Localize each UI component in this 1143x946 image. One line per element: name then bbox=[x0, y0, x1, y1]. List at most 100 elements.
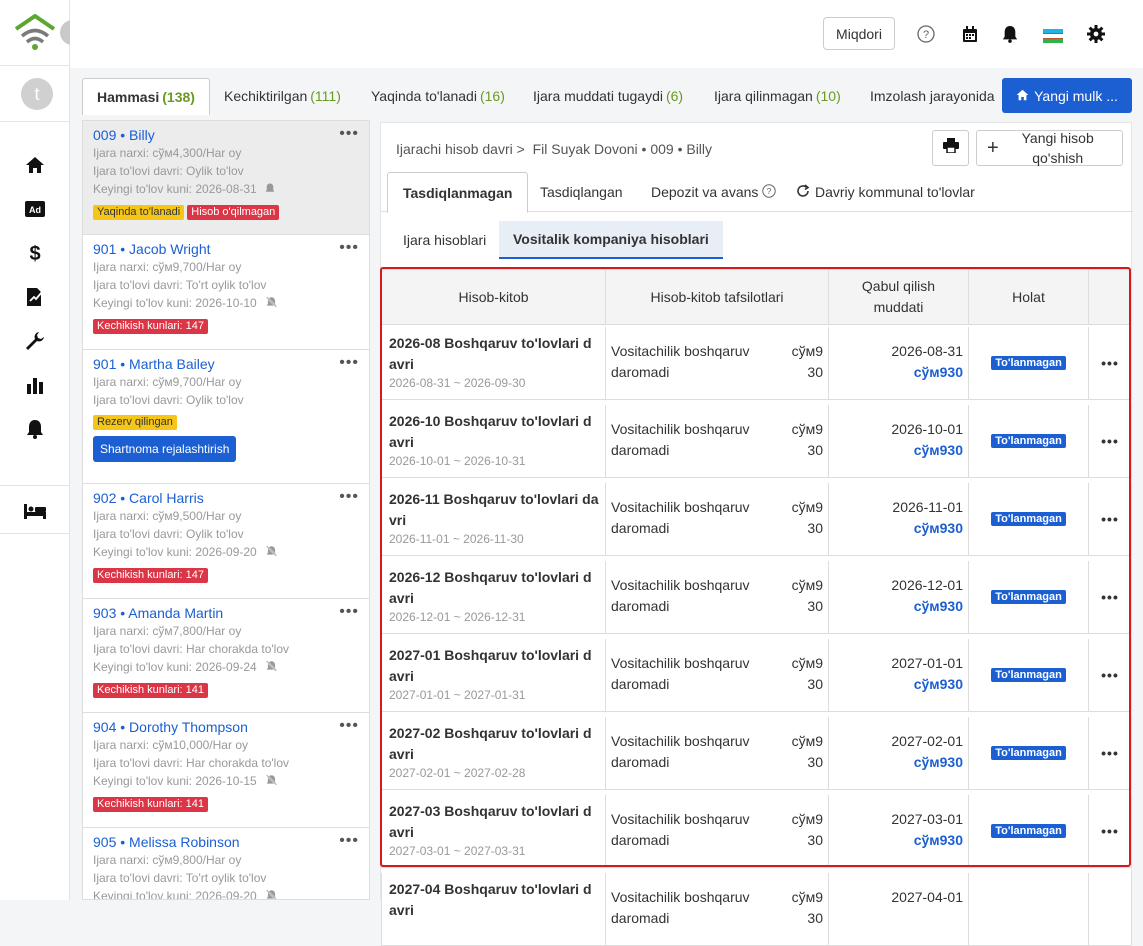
tab-label: Hammasi bbox=[97, 89, 160, 105]
ad-icon[interactable]: Ad bbox=[23, 197, 47, 221]
bill-cell: 2026-10 Boshqaruv to'lovlari davri 2026-1… bbox=[382, 405, 606, 477]
list-item[interactable]: 903 • Amanda Martin ••• Ijara narxi: сўм… bbox=[83, 599, 369, 713]
bill-range: 2026-12-01 ~ 2026-12-31 bbox=[389, 610, 526, 624]
more-icon[interactable]: ••• bbox=[339, 832, 359, 850]
detail-amount: сўм930 bbox=[791, 811, 823, 848]
detail-label: Vositachilik boshqaruv daromadi bbox=[611, 655, 750, 692]
detail-cell: Vositachilik boshqaruv daromadi сўм930 bbox=[606, 561, 829, 633]
detail-cell: Vositachilik boshqaruv daromadi сўм930 bbox=[606, 483, 829, 555]
bell-icon[interactable] bbox=[23, 417, 47, 441]
bill-title[interactable]: 2027-03 Boshqaruv to'lovlari davri bbox=[382, 795, 605, 843]
add-bill-button[interactable]: + Yangi hisob qo'shish bbox=[976, 130, 1123, 166]
more-icon[interactable]: ••• bbox=[339, 125, 359, 143]
status-badge: To'lanmagan bbox=[991, 356, 1066, 370]
quantity-button[interactable]: Miqdori bbox=[823, 17, 895, 50]
more-icon[interactable]: ••• bbox=[339, 488, 359, 506]
tab-confirmed[interactable]: Tasdiqlangan bbox=[540, 172, 623, 212]
chart-icon[interactable] bbox=[23, 373, 47, 397]
bill-title[interactable]: 2026-08 Boshqaruv to'lovlari davri bbox=[382, 327, 605, 375]
bell-icon[interactable] bbox=[265, 181, 275, 199]
bill-title[interactable]: 2026-11 Boshqaruv to'lovlari davri bbox=[382, 483, 605, 531]
list-item[interactable]: 901 • Martha Bailey ••• Ijara narxi: сўм… bbox=[83, 350, 369, 484]
bell-off-icon[interactable] bbox=[265, 659, 278, 677]
tab-signing[interactable]: Imzolash jarayonida bbox=[870, 78, 995, 114]
more-icon[interactable]: ••• bbox=[339, 239, 359, 257]
bill-title[interactable]: 2026-10 Boshqaruv to'lovlari davri bbox=[382, 405, 605, 453]
bill-title[interactable]: 2027-04 Boshqaruv to'lovlari davri bbox=[382, 873, 605, 921]
gear-icon[interactable] bbox=[1086, 24, 1106, 44]
tab-overdue[interactable]: Kechiktirilgan (111) bbox=[224, 78, 341, 114]
bell-icon[interactable] bbox=[1000, 24, 1020, 44]
table-row[interactable]: 2027-04 Boshqaruv to'lovlari davri Vosita… bbox=[381, 873, 1132, 946]
more-icon[interactable]: ••• bbox=[1089, 639, 1132, 711]
tab-all[interactable]: Hammasi (138) bbox=[82, 78, 210, 115]
bell-off-icon[interactable] bbox=[265, 888, 278, 899]
more-icon[interactable]: ••• bbox=[1089, 327, 1132, 399]
rent-period: Ijara to'lovi davri: Oylik to'lov bbox=[93, 393, 244, 407]
help-icon[interactable]: ? bbox=[916, 24, 936, 44]
table-row[interactable]: 2026-08 Boshqaruv to'lovlari davri 2026-0… bbox=[381, 327, 1132, 400]
bell-off-icon[interactable] bbox=[265, 544, 278, 562]
help-icon[interactable]: ? bbox=[762, 183, 777, 201]
due-amount: сўм930 bbox=[913, 520, 963, 536]
avatar[interactable]: t bbox=[21, 78, 53, 110]
breadcrumb-root[interactable]: Ijarachi hisob davri bbox=[396, 141, 513, 157]
tab-count: (6) bbox=[665, 88, 684, 104]
tab-rent-bills[interactable]: Ijara hisoblari bbox=[389, 221, 500, 259]
list-item[interactable]: 901 • Jacob Wright ••• Ijara narxi: сўм9… bbox=[83, 235, 369, 350]
tab-agency-bills[interactable]: Vositalik kompaniya hisoblari bbox=[499, 221, 723, 259]
more-icon[interactable]: ••• bbox=[1089, 561, 1132, 633]
wifi-home-logo[interactable] bbox=[14, 14, 56, 57]
svg-text:?: ? bbox=[923, 29, 929, 41]
list-item[interactable]: 905 • Melissa Robinson ••• Ijara narxi: … bbox=[83, 828, 369, 899]
new-property-button[interactable]: Yangi mulk ... bbox=[1002, 78, 1132, 113]
bill-title[interactable]: 2027-01 Boshqaruv to'lovlari davri bbox=[382, 639, 605, 687]
bill-title[interactable]: 2026-12 Boshqaruv to'lovlari davri bbox=[382, 561, 605, 609]
home-icon[interactable] bbox=[23, 153, 47, 177]
bed-icon[interactable] bbox=[23, 499, 47, 523]
detail-amount: сўм930 bbox=[791, 499, 823, 536]
tab-not-leased[interactable]: Ijara qilinmagan (10) bbox=[714, 78, 841, 114]
bell-off-icon[interactable] bbox=[265, 295, 278, 313]
rent-price: Ijara narxi: сўм7,800/Har oy bbox=[93, 624, 242, 638]
calendar-icon[interactable] bbox=[960, 24, 980, 44]
list-item[interactable]: 904 • Dorothy Thompson ••• Ijara narxi: … bbox=[83, 713, 369, 828]
status-badge: To'lanmagan bbox=[991, 434, 1066, 448]
list-item[interactable]: 902 • Carol Harris ••• Ijara narxi: сўм9… bbox=[83, 484, 369, 599]
schedule-contract-button[interactable]: Shartnoma rejalashtirish bbox=[93, 436, 237, 462]
table-row[interactable]: 2026-11 Boshqaruv to'lovlari davri 2026-1… bbox=[381, 483, 1132, 556]
more-icon[interactable]: ••• bbox=[1089, 717, 1132, 789]
wrench-icon[interactable] bbox=[23, 329, 47, 353]
tenant-title: 901 • Martha Bailey bbox=[93, 356, 215, 372]
add-bill-label: Yangi hisob qo'shish bbox=[1021, 130, 1094, 166]
next-payment: Keyingi to'lov kuni: 2026-09-20 bbox=[93, 887, 361, 899]
contract-icon[interactable] bbox=[23, 285, 47, 309]
tab-utilities[interactable]: Davriy kommunal to'lovlar bbox=[796, 172, 975, 212]
due-cell: 2027-02-01 сўм930 bbox=[829, 717, 969, 789]
bill-cell: 2026-08 Boshqaruv to'lovlari davri 2026-0… bbox=[382, 327, 606, 399]
table-row[interactable]: 2027-03 Boshqaruv to'lovlari davri 2027-0… bbox=[381, 795, 1132, 868]
flag-icon[interactable] bbox=[1043, 26, 1063, 46]
more-icon[interactable]: ••• bbox=[339, 603, 359, 621]
table-row[interactable]: 2026-10 Boshqaruv to'lovlari davri 2026-1… bbox=[381, 405, 1132, 478]
list-item[interactable]: 009 • Billy ••• Ijara narxi: сўм4,300/Ha… bbox=[83, 121, 369, 235]
more-icon[interactable]: ••• bbox=[1089, 405, 1132, 477]
tab-due-soon[interactable]: Yaqinda to'lanadi (16) bbox=[371, 78, 505, 114]
table-row[interactable]: 2027-01 Boshqaruv to'lovlari davri 2027-0… bbox=[381, 639, 1132, 712]
bell-off-icon[interactable] bbox=[265, 773, 278, 791]
more-icon[interactable]: ••• bbox=[1089, 483, 1132, 555]
more-icon[interactable] bbox=[1089, 873, 1132, 945]
more-icon[interactable]: ••• bbox=[339, 354, 359, 372]
print-button[interactable] bbox=[932, 130, 969, 166]
tab-deposit[interactable]: Depozit va avans ? bbox=[651, 172, 777, 212]
bill-title[interactable]: 2027-02 Boshqaruv to'lovlari davri bbox=[382, 717, 605, 765]
detail-cell: Vositachilik boshqaruv daromadi сўм930 bbox=[606, 327, 829, 399]
table-row[interactable]: 2026-12 Boshqaruv to'lovlari davri 2026-1… bbox=[381, 561, 1132, 634]
more-icon[interactable]: ••• bbox=[339, 717, 359, 735]
table-row[interactable]: 2027-02 Boshqaruv to'lovlari davri 2027-0… bbox=[381, 717, 1132, 790]
tab-unconfirmed[interactable]: Tasdiqlanmagan bbox=[387, 172, 529, 213]
tab-lease-expiring[interactable]: Ijara muddati tugaydi (6) bbox=[533, 78, 683, 114]
dollar-icon[interactable]: $ bbox=[23, 241, 47, 265]
more-icon[interactable]: ••• bbox=[1089, 795, 1132, 867]
detail-amount: сўм930 bbox=[791, 421, 823, 458]
